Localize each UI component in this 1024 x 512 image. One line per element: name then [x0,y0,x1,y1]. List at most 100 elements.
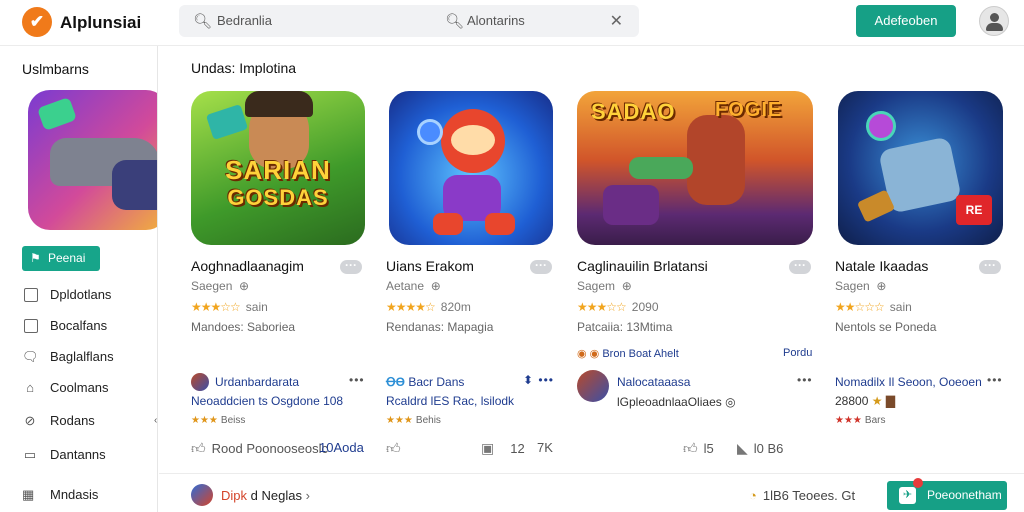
comment-count[interactable]: 10Aoda [319,440,364,455]
game-title[interactable]: Caglinauilin Brlatansi [577,258,708,274]
app-logo[interactable]: ✔ [22,7,52,37]
chat-icon: ◣ [737,440,748,456]
more-options-icon[interactable]: ··· [340,259,362,274]
like-button[interactable]: 👍︎ Rood Poonooseoslc [191,440,328,457]
home-icon: ⌂ [26,380,34,395]
featured-game-thumbnail[interactable] [28,90,157,230]
author-details: Neoaddcien ts Osgdone 108 [191,394,344,408]
author-avatar[interactable] [577,370,609,402]
author-avatar[interactable] [191,373,209,391]
sidebar-item-4[interactable]: ⌂ Coolmans [22,377,152,399]
search-icon: 🔍︎ [445,13,465,30]
footer-primary-button[interactable]: ✈ Poeoonetham [887,478,1007,510]
main-content: Undas: Implotina SARIAN GOSDAS SADAO FOG… [159,46,1024,512]
game-thumbnail[interactable]: RE [838,91,1003,245]
tag-strip[interactable]: ◉ ◉ Bron Boat Ahelt [577,347,679,360]
close-icon[interactable]: ✕ [610,11,623,31]
game-badge: RE [956,195,992,225]
app-title: Alplunsiai [60,13,142,32]
more-options-icon[interactable]: ••• [797,373,813,387]
author-name[interactable]: Nalocataaasa [617,375,690,389]
app-icon: ✈ [899,487,916,504]
footer-avatar[interactable] [191,484,213,506]
star-rating: ★★★★☆ 820m [386,300,471,314]
author-details: lGpleoadnlaaOliaes ◎ [617,395,736,409]
like-button[interactable]: 👍︎ l5 [683,440,714,457]
section-title: Undas: Implotina [191,60,297,76]
like-button[interactable]: 👍︎ [386,440,407,457]
notification-badge [913,478,923,488]
more-options-icon[interactable]: ··· [789,259,811,274]
chevron-left-icon[interactable]: ‹ [154,415,157,426]
chat-icon: 🗨︎ [22,349,39,364]
mini-rating: ★★★ Bars [835,415,886,426]
checkbox-icon [24,319,38,333]
star-rating: ★★★☆☆ 2090 [577,300,659,314]
footer-bar: Dipk d Neglas › ◔ 1lB6 Teoees. Gt ✈ Poeoo… [159,473,1024,512]
game-meta: Rendanas: Mapagia [386,320,494,334]
game-title[interactable]: Aoghnadlaanagim [191,258,304,274]
search-filter[interactable]: Alontarins [467,13,525,28]
coin-icon: ◔ [749,488,757,503]
thumbnail-subtitle: FOGIE [715,99,783,121]
info-icon: ◎ [725,395,736,409]
author-name[interactable]: Nomadilx Il Seoon, Ooeoen [835,375,982,389]
game-meta: Patcaiia: 13Mtima [577,320,673,334]
author-name[interactable]: Urdanbardarata [215,375,299,389]
game-category: Aetane ⊕ [386,279,441,293]
game-thumbnail[interactable]: SARIAN GOSDAS [191,91,365,245]
star-rating: ★★☆☆☆ sain [835,300,912,314]
sidebar-item-5[interactable]: ⊘ Rodans [22,410,152,432]
footer-link[interactable]: Dipk d Neglas › [221,488,310,503]
game-title[interactable]: Natale Ikaadas [835,258,928,274]
game-thumbnail[interactable]: SADAO FOGIE [577,91,813,245]
sidebar-item-2[interactable]: Bocalfans [22,315,152,337]
comment-button[interactable]: ▣ 12 [481,440,525,457]
thumbnail-subtitle: GOSDAS [227,185,329,210]
star-rating: ★★★☆☆ sain [191,300,268,314]
sidebar-item-1[interactable]: Dpldotlans [22,284,152,306]
mini-rating: ★★★ Beiss [191,415,246,426]
lock-icon: ⊕ [876,279,887,293]
lock-icon: ⊕ [621,279,632,293]
author-details: 28800 ★ ▇ [835,394,896,408]
game-thumbnail[interactable] [389,91,553,245]
sidebar-item-3[interactable]: 🗨︎ Baglalflans [22,346,152,368]
thumbs-up-icon: 👍︎ [386,440,401,456]
share-count[interactable]: 7K [537,440,553,455]
search-bar[interactable]: 🔍︎ Bedranlia 🔍︎ Alontarins ✕ [179,5,639,37]
user-avatar[interactable] [979,6,1009,36]
more-options-icon[interactable]: ••• [349,373,365,387]
thumbnail-title: SADAO [591,99,676,124]
tag-link[interactable]: Pordu [783,347,812,359]
thumbs-up-icon: 👍︎ [191,440,206,456]
search-input[interactable]: Bedranlia [217,13,272,28]
sidebar-title: Uslmbarns [22,61,89,77]
document-icon: ▭ [23,447,37,462]
sidebar-primary-button[interactable]: ⚑ Peenai [22,246,100,271]
search-icon: 🔍︎ [193,13,213,30]
user-icon [990,13,999,22]
author-details: Rcaldrd lES Rac, lsilodk [386,394,515,408]
game-category: Sagen ⊕ [835,279,887,293]
game-meta: Nentols se Poneda [835,320,937,334]
top-bar: ✔ Alplunsiai 🔍︎ Bedranlia 🔍︎ Alontarins … [0,0,1024,46]
more-options-icon[interactable]: ⬍ ••• [523,373,554,387]
primary-button[interactable]: Adefeoben [856,5,956,37]
lock-icon: ⊕ [239,279,250,293]
game-category: Saegen ⊕ [191,279,250,293]
chat-icon: ▣ [481,440,495,456]
checkbox-icon [24,288,38,302]
author-name[interactable]: ꝊƟ Bacr Dans [386,375,464,389]
more-options-icon[interactable]: ••• [987,373,1003,387]
game-title[interactable]: Uians Erakom [386,258,474,274]
sidebar-item-6[interactable]: ▭ Dantanns [22,444,152,466]
game-meta: Mandoes: Saboriea [191,320,296,334]
thumbs-up-icon: 👍︎ [683,440,698,456]
more-options-icon[interactable]: ··· [979,259,1001,274]
grid-icon: ▦ [22,487,35,502]
thumbnail-title: SARIAN [225,155,331,185]
lock-icon: ⊕ [430,279,441,293]
more-options-icon[interactable]: ··· [530,259,552,274]
comment-button[interactable]: ◣ l0 B6 [737,440,783,457]
